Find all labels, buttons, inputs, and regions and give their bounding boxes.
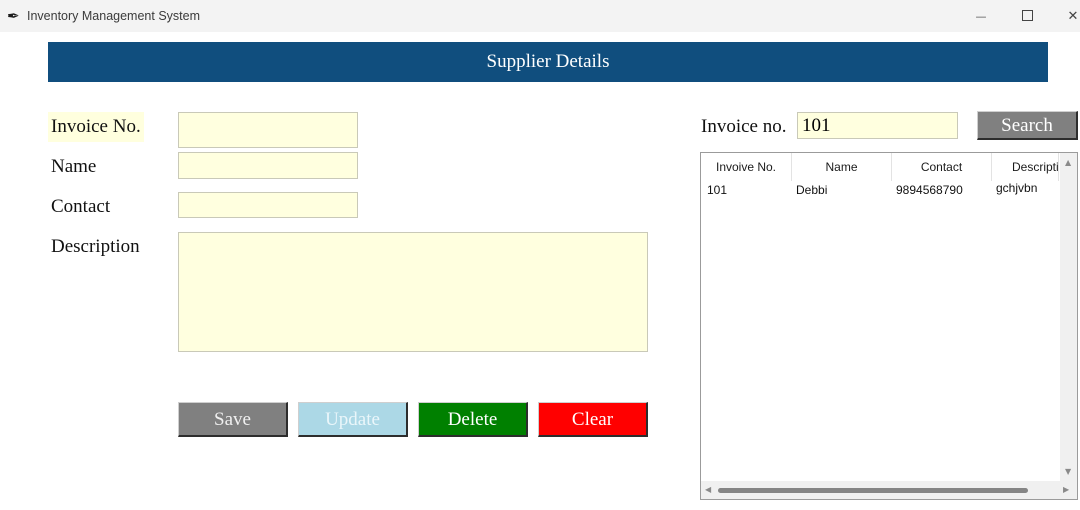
invoice-label: Invoice No. — [48, 112, 144, 142]
clear-button[interactable]: Clear — [538, 402, 648, 437]
save-button[interactable]: Save — [178, 402, 288, 437]
maximize-icon — [1021, 9, 1033, 21]
cell-invoice: 101 — [707, 183, 728, 197]
name-label: Name — [51, 156, 97, 177]
column-header-name[interactable]: Name — [792, 153, 892, 181]
page-title: Supplier Details — [48, 42, 1048, 82]
feather-icon: ✒ — [7, 7, 20, 25]
close-button[interactable]: ✕ — [1050, 0, 1080, 32]
search-invoice-label: Invoice no. — [701, 116, 787, 137]
vertical-scrollbar[interactable]: ▲ ▼ — [1060, 153, 1077, 481]
minimize-button[interactable]: — — [958, 0, 1004, 32]
delete-button[interactable]: Delete — [418, 402, 528, 437]
description-textarea[interactable] — [178, 232, 648, 352]
supplier-table[interactable]: Invoive No. Name Contact Descripti 101 D… — [700, 152, 1078, 500]
search-invoice-input[interactable] — [797, 112, 958, 139]
window-title: Inventory Management System — [27, 9, 200, 23]
contact-label: Contact — [51, 196, 111, 217]
table-header: Invoive No. Name Contact Descripti — [701, 153, 1059, 181]
horizontal-scroll-thumb[interactable] — [718, 488, 1028, 493]
scroll-down-icon[interactable]: ▼ — [1065, 467, 1071, 476]
cell-name: Debbi — [796, 183, 828, 197]
column-header-contact[interactable]: Contact — [892, 153, 992, 181]
horizontal-scrollbar[interactable]: ◀ ▶ — [701, 481, 1077, 499]
minimize-icon: — — [975, 10, 987, 23]
cell-contact: 9894568790 — [896, 183, 963, 197]
close-icon: ✕ — [1067, 9, 1079, 24]
scroll-left-icon[interactable]: ◀ — [705, 485, 711, 494]
maximize-button[interactable] — [1004, 0, 1050, 32]
contact-input[interactable] — [178, 192, 358, 218]
window-title-bar: ✒ Inventory Management System — ✕ — [0, 0, 1080, 32]
update-button[interactable]: Update — [298, 402, 408, 437]
name-input[interactable] — [178, 152, 358, 179]
search-button[interactable]: Search — [977, 111, 1078, 140]
column-header-description[interactable]: Descripti — [992, 153, 1059, 181]
description-label: Description — [51, 236, 140, 257]
cell-description: gchjvbn — [996, 181, 1038, 195]
invoice-input[interactable] — [178, 112, 358, 148]
scroll-up-icon[interactable]: ▲ — [1065, 158, 1071, 167]
column-header-invoice[interactable]: Invoive No. — [701, 153, 792, 181]
scroll-right-icon[interactable]: ▶ — [1063, 485, 1069, 494]
